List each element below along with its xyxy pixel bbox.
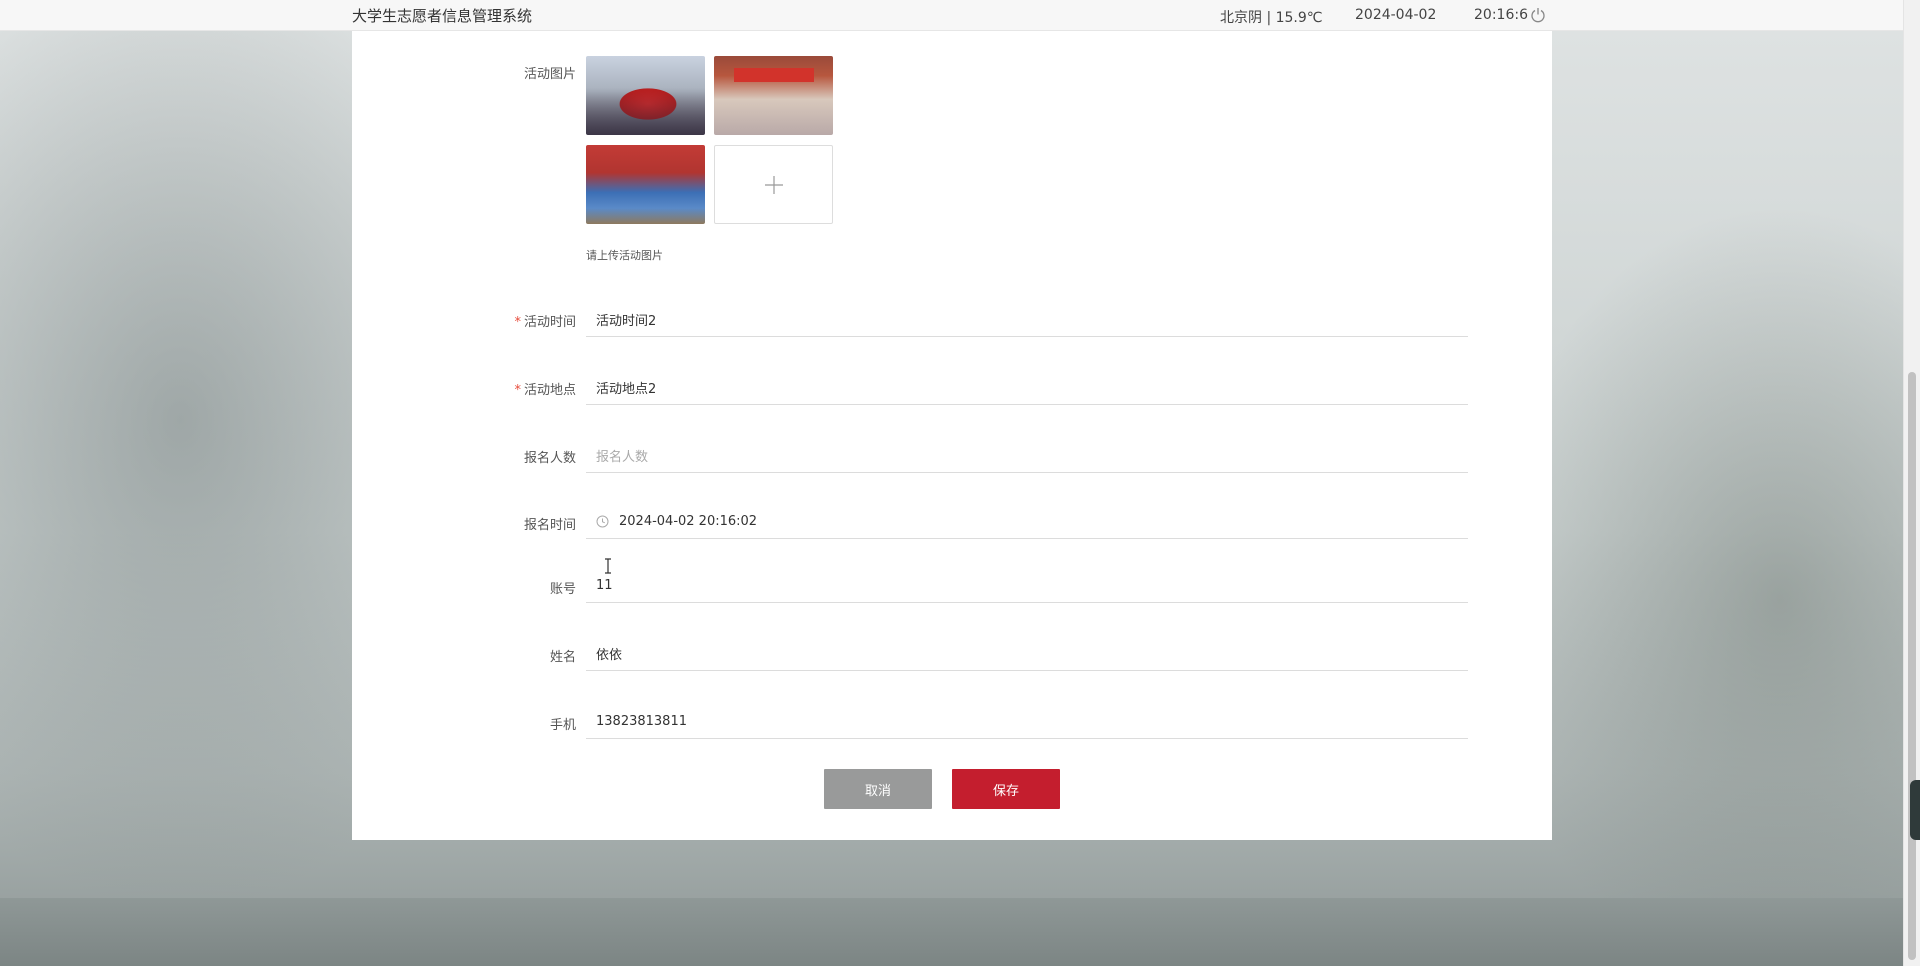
required-mark: * xyxy=(514,383,521,398)
current-time: 20:16:6 xyxy=(1474,7,1528,23)
signup-count-label: 报名人数 xyxy=(523,451,576,466)
phone-field[interactable]: 13823813811 xyxy=(586,705,1468,739)
required-mark: * xyxy=(514,315,521,330)
signup-time-field[interactable]: 2024-04-02 20:16:02 xyxy=(586,505,1468,539)
name-field[interactable]: 依依 xyxy=(586,637,1468,671)
signup-time-label: 报名时间 xyxy=(523,518,576,533)
text-cursor-icon xyxy=(605,558,611,574)
activity-image-2[interactable] xyxy=(714,56,833,135)
app-title: 大学生志愿者信息管理系统 xyxy=(352,7,533,25)
form-panel: 活动图片 请上传活动图片 * 活动时间 活动时间2 * 活动地点 活动地点2 报名人… xyxy=(352,31,1552,840)
activity-place-label: * 活动地点 xyxy=(514,383,576,398)
activity-time-field[interactable]: 活动时间2 xyxy=(586,303,1468,337)
activity-time-label: * 活动时间 xyxy=(514,315,576,330)
upload-image-button[interactable] xyxy=(714,145,833,224)
plus-icon xyxy=(764,175,783,194)
save-button[interactable]: 保存 xyxy=(952,769,1060,809)
side-widget[interactable] xyxy=(1910,780,1920,840)
cancel-button[interactable]: 取消 xyxy=(824,769,932,809)
upload-hint: 请上传活动图片 xyxy=(586,249,663,262)
power-icon[interactable] xyxy=(1529,6,1547,24)
current-date: 2024-04-02 xyxy=(1355,7,1437,23)
name-label: 姓名 xyxy=(549,650,576,665)
phone-label: 手机 xyxy=(549,718,576,733)
signup-count-field[interactable]: 报名人数 xyxy=(586,439,1468,473)
background-bottom-band xyxy=(0,898,1903,966)
top-bar: 大学生志愿者信息管理系统 北京阴 | 15.9℃ 2024-04-02 20:1… xyxy=(0,0,1903,31)
activity-image-1[interactable] xyxy=(586,56,705,135)
activity-place-field[interactable]: 活动地点2 xyxy=(586,371,1468,405)
activity-image-3[interactable] xyxy=(586,145,705,224)
weather-info: 北京阴 | 15.9℃ xyxy=(1220,10,1323,26)
images-label: 活动图片 xyxy=(523,67,576,82)
account-label: 账号 xyxy=(549,582,576,597)
clock-icon xyxy=(596,515,609,528)
scrollbar-thumb[interactable] xyxy=(1908,372,1916,960)
account-field[interactable]: 11 xyxy=(586,569,1468,603)
